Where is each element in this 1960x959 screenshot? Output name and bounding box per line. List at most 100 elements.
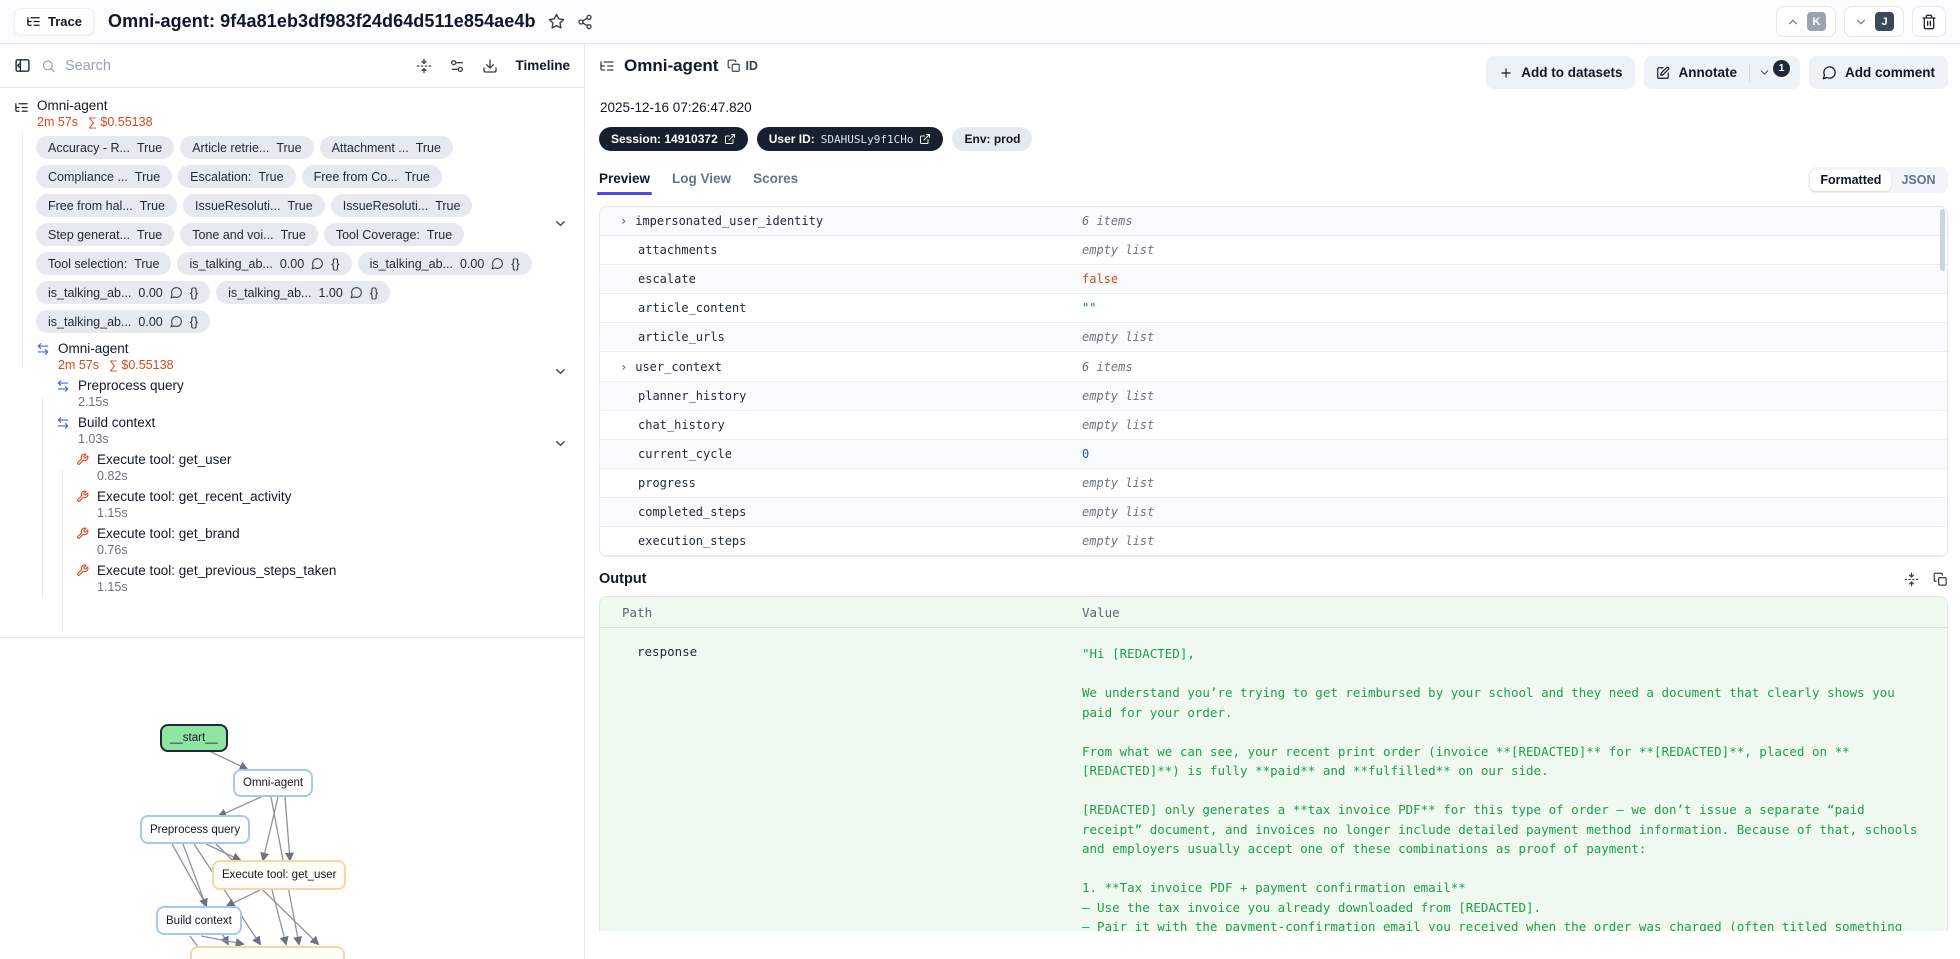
search-input[interactable] — [64, 57, 407, 74]
graph-node-preprocess-query[interactable]: Preprocess query — [140, 815, 251, 844]
list-tree-icon — [15, 103, 28, 112]
score-tag[interactable]: Escalation: True — [178, 165, 296, 188]
score-tag[interactable]: Tool Coverage: True — [323, 223, 465, 246]
copy-icon — [728, 59, 741, 72]
score-tag[interactable]: Tool selection: True — [36, 252, 172, 275]
annotate-button-group: Annotate 1 — [1644, 56, 1800, 89]
table-row: planner_history empty list — [600, 381, 1947, 411]
collapse-build-context-chevron[interactable] — [553, 436, 568, 451]
previous-trace-button[interactable]: K — [1776, 6, 1836, 37]
score-tag[interactable]: Tone and voi... True — [180, 223, 318, 246]
chevron-up-icon — [1788, 19, 1798, 24]
tab-log-view[interactable]: Log View — [672, 171, 731, 195]
user-id-badge[interactable]: User ID: SDAHUSLy9f1CHo — [756, 127, 944, 151]
tree-root-row[interactable]: Omni-agent 2m 57s ∑ $0.55138 — [14, 98, 570, 129]
table-row: current_cycle 0 — [600, 439, 1947, 469]
response-value: "Hi [REDACTED], We understand you’re try… — [1082, 646, 1918, 932]
download-icon[interactable] — [482, 58, 498, 74]
tree-span-get-user[interactable]: Execute tool: get_user 0.82s — [76, 452, 570, 483]
tab-scores[interactable]: Scores — [753, 171, 798, 195]
span-arrows-icon — [57, 417, 69, 429]
score-tag[interactable]: Compliance ... True — [36, 165, 173, 188]
annotate-button[interactable]: Annotate — [1644, 65, 1749, 80]
output-table: Path Value response "Hi [REDACTED], We u… — [599, 596, 1948, 932]
next-trace-button[interactable]: J — [1844, 6, 1904, 37]
trace-title: Omni-agent: 9f4a81eb3df983f24d64d511e854… — [107, 11, 536, 31]
collapse-sidebar-button[interactable] — [14, 57, 31, 74]
comment-icon — [350, 287, 362, 299]
tab-preview[interactable]: Preview — [596, 171, 653, 195]
table-row: article_urls empty list — [600, 323, 1947, 353]
table-row[interactable]: › user_context 6 items — [600, 352, 1947, 382]
graph-node-execute-get-user[interactable]: Execute tool: get_user — [212, 860, 347, 890]
comment-icon — [311, 258, 324, 270]
format-json-option[interactable]: JSON — [1891, 170, 1945, 191]
tree-span-omni-agent[interactable]: Omni-agent 2m 57s ∑ $0.55138 — [36, 341, 570, 372]
table-row: progress empty list — [600, 469, 1947, 498]
table-row[interactable]: › impersonated_user_identity 6 items — [600, 207, 1947, 237]
detail-tabs: Preview Log View Scores Formatted JSON — [596, 167, 1948, 199]
root-duration: 2m 57s — [37, 115, 78, 129]
copy-id-button[interactable]: ID — [727, 59, 758, 73]
trace-tree-sidebar: Timeline Omni-agent 2m 57s ∑ $0.55138 Acc… — [0, 44, 585, 959]
copy-icon[interactable] — [1933, 572, 1948, 587]
score-tag[interactable]: Attachment ... True — [319, 136, 453, 159]
expand-chevron-icon[interactable]: › — [620, 360, 627, 374]
score-tag[interactable]: is_talking_ab... 0.00{} — [36, 281, 211, 304]
shortcut-key-j: J — [1875, 12, 1894, 31]
list-tree-icon — [600, 61, 614, 71]
tree-span-get-recent-activity[interactable]: Execute tool: get_recent_activity 1.15s — [76, 489, 570, 520]
session-badge[interactable]: Session: 14910372 — [599, 127, 748, 151]
score-tag[interactable]: is_talking_ab... 1.00{} — [216, 281, 391, 304]
graph-node-partial[interactable] — [190, 946, 345, 959]
graph-node-build-context[interactable]: Build context — [156, 906, 242, 935]
format-formatted-option[interactable]: Formatted — [1810, 169, 1892, 191]
table-row: chat_history empty list — [600, 411, 1947, 440]
score-tag[interactable]: Accuracy - R... True — [36, 136, 175, 159]
tree-span-build-context[interactable]: Build context 1.03s — [56, 415, 570, 446]
tree-span-get-brand[interactable]: Execute tool: get_brand 0.76s — [76, 526, 570, 557]
graph-node-start[interactable]: __start__ — [160, 724, 228, 752]
bookmark-star-button[interactable] — [548, 13, 565, 30]
share-button[interactable] — [577, 14, 593, 30]
settings-sliders-icon[interactable] — [449, 58, 465, 74]
score-tag[interactable]: is_talking_ab... 0.00{} — [357, 252, 532, 275]
fold-vertical-icon[interactable] — [416, 58, 432, 74]
search-icon — [42, 59, 55, 72]
fold-vertical-icon[interactable] — [1904, 572, 1919, 587]
tree-span-get-previous-steps-taken[interactable]: Execute tool: get_previous_steps_taken 1… — [76, 563, 570, 594]
trace-type-chip: Trace — [14, 8, 94, 35]
scrollbar-thumb[interactable] — [1940, 209, 1945, 271]
add-to-datasets-button[interactable]: Add to datasets — [1486, 56, 1636, 89]
tree-span-preprocess-query[interactable]: Preprocess query 2.15s — [56, 378, 570, 409]
wrench-icon — [77, 527, 89, 539]
edit-square-icon — [1657, 66, 1670, 79]
graph-edges — [171, 749, 320, 959]
delete-trace-button[interactable] — [1912, 6, 1946, 37]
graph-node-omni-agent[interactable]: Omni-agent — [233, 769, 314, 797]
score-tag[interactable]: Free from hal... True — [36, 194, 177, 217]
timeline-view-toggle[interactable]: Timeline — [515, 58, 570, 73]
annotate-dropdown-button[interactable]: 1 — [1750, 59, 1800, 79]
add-comment-button[interactable]: Add comment — [1808, 56, 1948, 89]
table-row: attachments empty list — [600, 236, 1947, 266]
score-tag[interactable]: IssueResoluti... True — [330, 194, 473, 217]
output-section-title: Output — [599, 571, 647, 588]
collapse-root-chevron[interactable] — [553, 216, 568, 231]
collapse-omni-agent-chevron[interactable] — [553, 364, 568, 379]
expand-chevron-icon[interactable]: › — [620, 214, 627, 228]
score-tag[interactable]: Step generat... True — [36, 223, 175, 246]
score-tag[interactable]: is_talking_ab... 0.00{} — [36, 310, 211, 333]
score-tag[interactable]: Article retrie... True — [180, 136, 314, 159]
chevron-down-icon — [556, 221, 565, 226]
score-tag[interactable]: is_talking_ab... 0.00{} — [177, 252, 352, 275]
span-arrows-icon — [37, 343, 49, 355]
env-badge: Env: prod — [952, 127, 1033, 151]
score-tag[interactable]: Free from Co... True — [301, 165, 442, 188]
chevron-down-icon — [1856, 19, 1866, 24]
score-tag[interactable]: IssueResoluti... True — [183, 194, 325, 217]
observation-title: Omni-agent — [624, 56, 719, 75]
table-row: article_content "" — [600, 294, 1947, 324]
comment-icon — [170, 316, 182, 328]
column-header-value: Value — [1082, 604, 1120, 620]
